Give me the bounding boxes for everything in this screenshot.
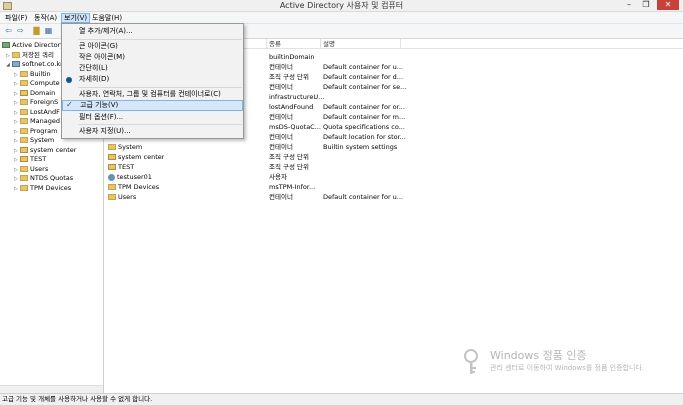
forward-arrow-icon[interactable]: ⇨ (15, 26, 26, 36)
menu-item-customize[interactable]: 사용자 지정(U)... (62, 126, 243, 137)
title-bar: Active Directory 사용자 및 컴퓨터 – ❐ ✕ (0, 0, 683, 12)
folder-icon (20, 165, 28, 172)
back-arrow-icon[interactable]: ⇦ (3, 26, 14, 36)
tree-domain[interactable]: ◢ softnet.co.kr (6, 60, 63, 70)
ou-icon (20, 89, 28, 96)
menu-item-small-icons[interactable]: 작은 아이콘(M) (62, 52, 243, 63)
ou-icon (108, 154, 116, 160)
folder-icon (108, 144, 116, 150)
ou-icon (20, 146, 28, 153)
tree-item-ntds-quotas[interactable]: ▷ NTDS Quotas (14, 174, 73, 184)
tree-item-users[interactable]: ▷ Users (14, 165, 48, 175)
view-menu-dropdown: 열 추가/제거(A)... 큰 아이콘(G) 작은 아이콘(M) 간단히(L) … (61, 23, 244, 139)
menu-help[interactable]: 도움말(H) (90, 13, 124, 23)
ou-icon (20, 156, 28, 162)
menu-item-filter-options[interactable]: 필터 옵션(F)... (62, 112, 243, 123)
tree-item-system[interactable]: ▷ System (14, 136, 54, 146)
folder-icon (20, 127, 28, 134)
tree-item-builtin[interactable]: ▷ Builtin (14, 70, 51, 80)
folder-icon (20, 70, 28, 77)
folder-icon (20, 80, 28, 86)
folder-icon (108, 184, 116, 190)
tree-horizontal-scrollbar[interactable] (0, 385, 103, 393)
column-header-type[interactable]: 종류 (267, 39, 321, 49)
folder-icon (108, 194, 116, 200)
minimize-button[interactable]: – (622, 0, 636, 10)
status-bar: 고급 기능 및 개체를 사용하거나 사용할 수 없게 합니다. (0, 393, 683, 405)
tree-item-test[interactable]: ▷ TEST (14, 155, 46, 165)
tree-saved-queries[interactable]: ▷ 저장된 쿼리 (6, 51, 54, 61)
menu-separator (78, 124, 242, 125)
tree-root[interactable]: Active Directory (2, 41, 64, 51)
folder-icon (20, 118, 28, 124)
watermark-subtitle: 관리 센터로 이동하여 Windows를 정품 인증합니다. (490, 364, 645, 372)
list-row[interactable]: testuser01 사용자 (105, 172, 683, 182)
tree-item-computers[interactable]: ▷ Compute (14, 79, 60, 89)
console-tree-icon[interactable]: ▦ (43, 26, 54, 36)
menu-item-large-icons[interactable]: 큰 아이콘(G) (62, 41, 243, 52)
list-row[interactable]: system center 조직 구성 단위 (105, 152, 683, 162)
menu-separator (78, 39, 242, 40)
menu-view[interactable]: 보기(V) (61, 13, 91, 23)
ou-icon (108, 164, 116, 170)
menu-item-users-as-containers[interactable]: 사용자, 연락처, 그룹 및 컴퓨터를 컨테이너로(C) (62, 89, 243, 100)
tree-item-managed[interactable]: ▷ Managed (14, 117, 60, 127)
tree-item-lostandfound[interactable]: ▷ LostAndF (14, 108, 60, 118)
menu-item-detail[interactable]: 자세히(D) (62, 74, 243, 85)
list-row[interactable]: System 컨테이너 Builtin system settings (105, 142, 683, 152)
menu-item-add-remove-columns[interactable]: 열 추가/제거(A)... (62, 26, 243, 37)
domain-icon (12, 61, 20, 67)
tree-item-program[interactable]: ▷ Program (14, 127, 57, 137)
maximize-button[interactable]: ❐ (639, 0, 653, 10)
tree-item-system-center[interactable]: ▷ system center (14, 146, 76, 156)
watermark-title: Windows 정품 인증 (490, 349, 587, 362)
window-title: Active Directory 사용자 및 컴퓨터 (279, 1, 404, 10)
menu-action[interactable]: 동작(A) (32, 13, 59, 23)
folder-icon (20, 108, 28, 115)
tree-item-tpm-devices[interactable]: ▷ TPM Devices (14, 184, 71, 194)
list-row[interactable]: TEST 조직 구성 단위 (105, 162, 683, 172)
folder-icon (20, 175, 28, 181)
menu-file[interactable]: 파일(F) (3, 13, 29, 23)
menu-item-advanced-features[interactable]: 고급 기능(V) (62, 100, 243, 111)
activation-watermark: Windows 정품 인증 관리 센터로 이동하여 Windows를 정품 인증… (460, 347, 670, 387)
folder-up-icon[interactable]: ▇ (31, 26, 42, 36)
menu-item-list[interactable]: 간단히(L) (62, 63, 243, 74)
list-row[interactable]: Users 컨테이너 Default container for u... (105, 192, 683, 202)
folder-icon (20, 137, 28, 143)
ad-icon (2, 42, 10, 48)
close-button[interactable]: ✕ (657, 0, 679, 10)
column-header-description[interactable]: 설명 (321, 39, 401, 49)
folder-icon (20, 99, 28, 105)
folder-icon (12, 51, 20, 58)
menu-separator (78, 87, 242, 88)
key-icon (464, 349, 478, 374)
checkmark-icon: ✓ (66, 100, 73, 109)
folder-icon (20, 184, 28, 191)
list-row[interactable]: TPM Devices msTPM-Infor... (105, 182, 683, 192)
tree-item-domain-controllers[interactable]: ▷ Domain (14, 89, 55, 99)
user-icon (108, 173, 115, 181)
tree-item-foreign[interactable]: ▷ ForeignS (14, 98, 58, 108)
